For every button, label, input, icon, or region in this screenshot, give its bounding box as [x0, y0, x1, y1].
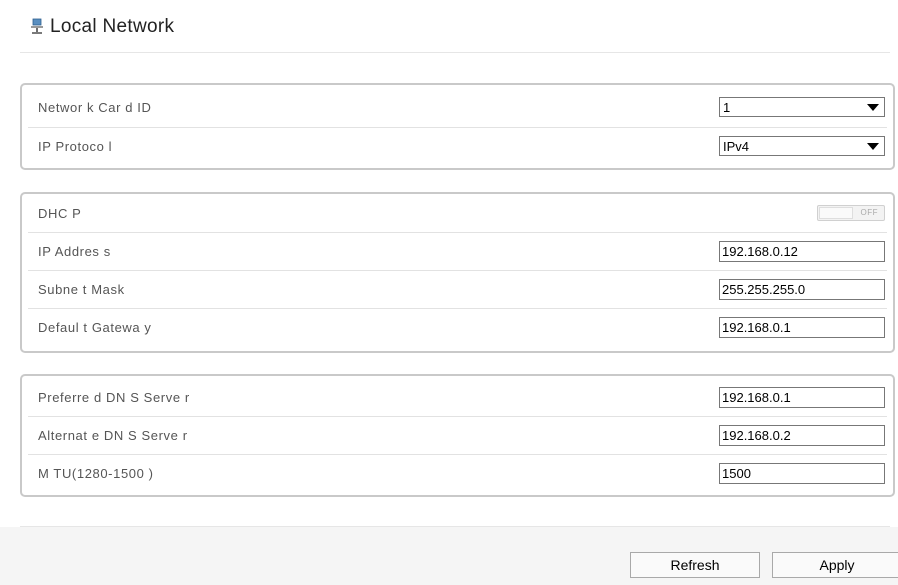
default-gateway-label: Defaul t Gatewa y — [38, 319, 152, 335]
network-card-group: Networ k Car d ID 1 IP Protoco l IPv4 — [20, 83, 895, 170]
subnet-mask-input[interactable]: 255.255.255.0 — [719, 278, 885, 300]
page-title: Local Network — [50, 16, 175, 37]
dropdown-arrow-icon — [867, 104, 879, 111]
network-card-id-label: Networ k Car d ID — [38, 99, 152, 115]
dhcp-toggle[interactable]: OFF — [817, 205, 885, 221]
ip-settings-group: DHC P OFF IP Addres s 192.168.0.12 Subne… — [20, 192, 895, 353]
header-divider — [20, 52, 890, 53]
refresh-button[interactable]: Refresh — [630, 552, 760, 578]
dhcp-label: DHC P — [38, 205, 82, 221]
footer-bar — [0, 527, 898, 585]
ip-address-row: IP Addres s 192.168.0.12 — [22, 233, 893, 269]
network-card-id-value: 1 — [723, 99, 731, 115]
alternate-dns-input[interactable]: 192.168.0.2 — [719, 424, 885, 446]
dhcp-row: DHC P OFF — [22, 195, 893, 231]
subnet-mask-label: Subne t Mask — [38, 281, 125, 297]
network-icon — [31, 18, 43, 34]
dns-settings-group: Preferre d DN S Serve r 192.168.0.1 Alte… — [20, 374, 895, 497]
apply-button[interactable]: Apply — [772, 552, 898, 578]
dhcp-toggle-state: OFF — [860, 208, 878, 217]
footer-divider — [20, 526, 890, 527]
ip-address-input[interactable]: 192.168.0.12 — [719, 240, 885, 262]
ip-protocol-row: IP Protoco l IPv4 — [22, 128, 893, 164]
default-gateway-row: Defaul t Gatewa y 192.168.0.1 — [22, 309, 893, 345]
subnet-mask-row: Subne t Mask 255.255.255.0 — [22, 271, 893, 307]
mtu-row: M TU(1280-1500 ) 1500 — [22, 455, 893, 491]
toggle-knob — [819, 207, 853, 219]
mtu-input[interactable]: 1500 — [719, 462, 885, 484]
dropdown-arrow-icon — [867, 143, 879, 150]
network-card-id-row: Networ k Car d ID 1 — [22, 89, 893, 125]
alternate-dns-row: Alternat e DN S Serve r 192.168.0.2 — [22, 417, 893, 453]
ip-address-label: IP Addres s — [38, 243, 111, 259]
preferred-dns-input[interactable]: 192.168.0.1 — [719, 386, 885, 408]
page-header: Local Network — [30, 10, 174, 44]
network-card-id-select[interactable]: 1 — [719, 97, 885, 117]
mtu-label: M TU(1280-1500 ) — [38, 465, 154, 481]
preferred-dns-row: Preferre d DN S Serve r 192.168.0.1 — [22, 379, 893, 415]
ip-protocol-select[interactable]: IPv4 — [719, 136, 885, 156]
default-gateway-input[interactable]: 192.168.0.1 — [719, 316, 885, 338]
alternate-dns-label: Alternat e DN S Serve r — [38, 427, 188, 443]
ip-protocol-value: IPv4 — [723, 138, 750, 154]
ip-protocol-label: IP Protoco l — [38, 138, 113, 154]
preferred-dns-label: Preferre d DN S Serve r — [38, 389, 190, 405]
